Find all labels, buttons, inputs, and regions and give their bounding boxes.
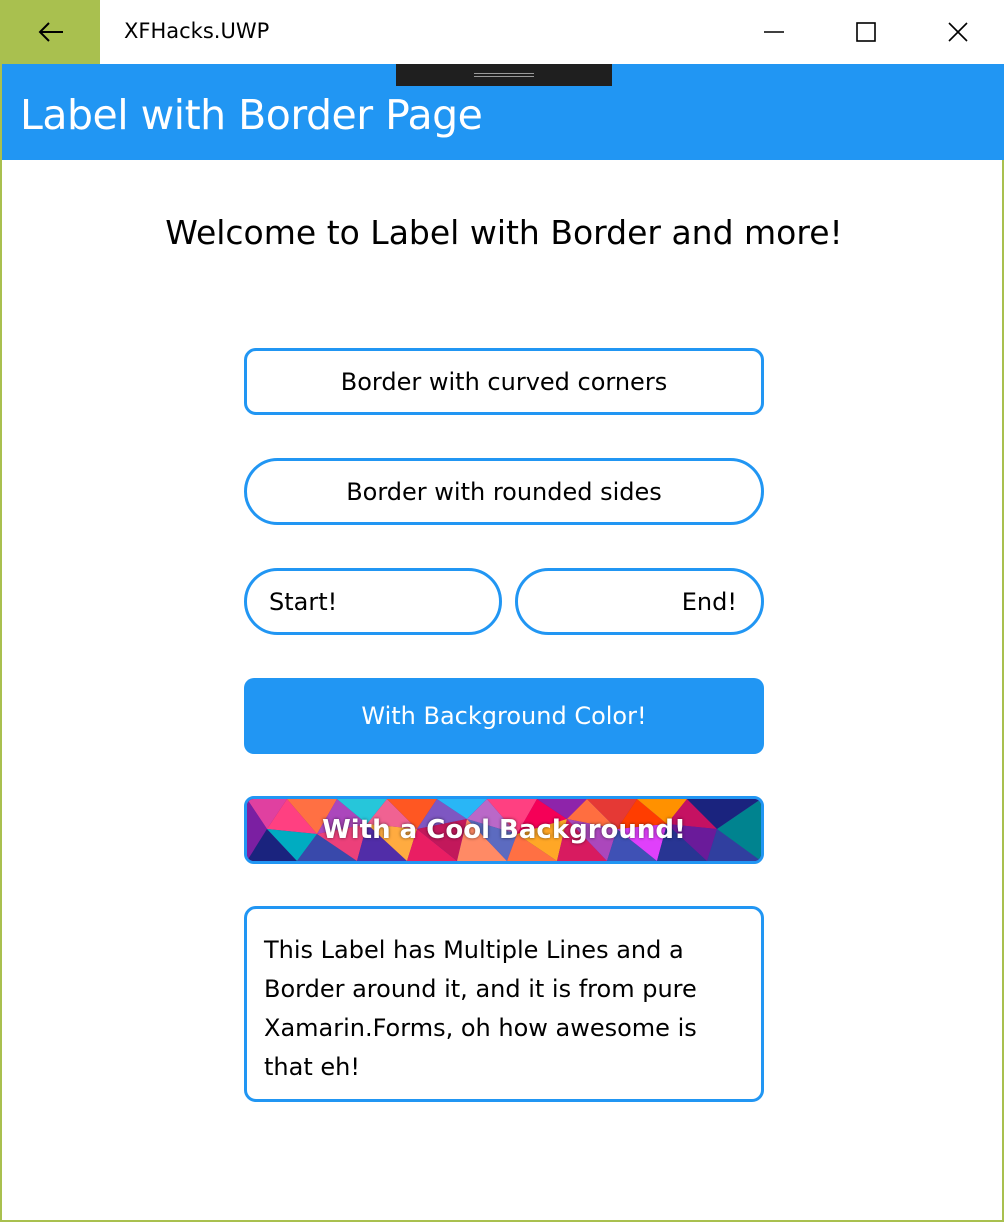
maximize-button[interactable]	[820, 0, 912, 64]
close-icon	[948, 22, 968, 42]
end-text: End!	[681, 587, 737, 616]
multiline-label: This Label has Multiple Lines and a Bord…	[244, 906, 764, 1102]
title-bar: XFHacks.UWP	[2, 0, 1004, 64]
rounded-sides-text: Border with rounded sides	[346, 477, 662, 506]
grip-line	[474, 73, 534, 74]
maximize-icon	[856, 22, 876, 42]
page-title: Label with Border Page	[20, 91, 483, 139]
background-color-label: With Background Color!	[244, 678, 764, 754]
back-button[interactable]	[2, 0, 100, 64]
rounded-sides-label: Border with rounded sides	[244, 458, 764, 525]
page-header: Label with Border Page	[2, 64, 1004, 160]
minimize-button[interactable]	[728, 0, 820, 64]
back-arrow-icon	[38, 22, 63, 42]
welcome-text: Welcome to Label with Border and more!	[165, 213, 843, 252]
grip-line	[474, 76, 534, 77]
multiline-text: This Label has Multiple Lines and a Bord…	[264, 936, 697, 1081]
app-title: XFHacks.UWP	[124, 19, 270, 43]
end-label: End!	[515, 568, 764, 635]
cool-background-label: With a Cool Background!	[244, 796, 764, 864]
start-text: Start!	[269, 587, 338, 616]
cool-background-text: With a Cool Background!	[322, 815, 686, 845]
app-window: XFHacks.UWP Label with Border Page Welco…	[0, 0, 1004, 1222]
drag-handle[interactable]	[396, 64, 612, 86]
start-label: Start!	[244, 568, 502, 635]
background-color-text: With Background Color!	[361, 702, 647, 730]
minimize-icon	[764, 31, 784, 33]
curved-corners-label: Border with curved corners	[244, 348, 764, 415]
close-button[interactable]	[912, 0, 1004, 64]
curved-corners-text: Border with curved corners	[340, 367, 668, 396]
